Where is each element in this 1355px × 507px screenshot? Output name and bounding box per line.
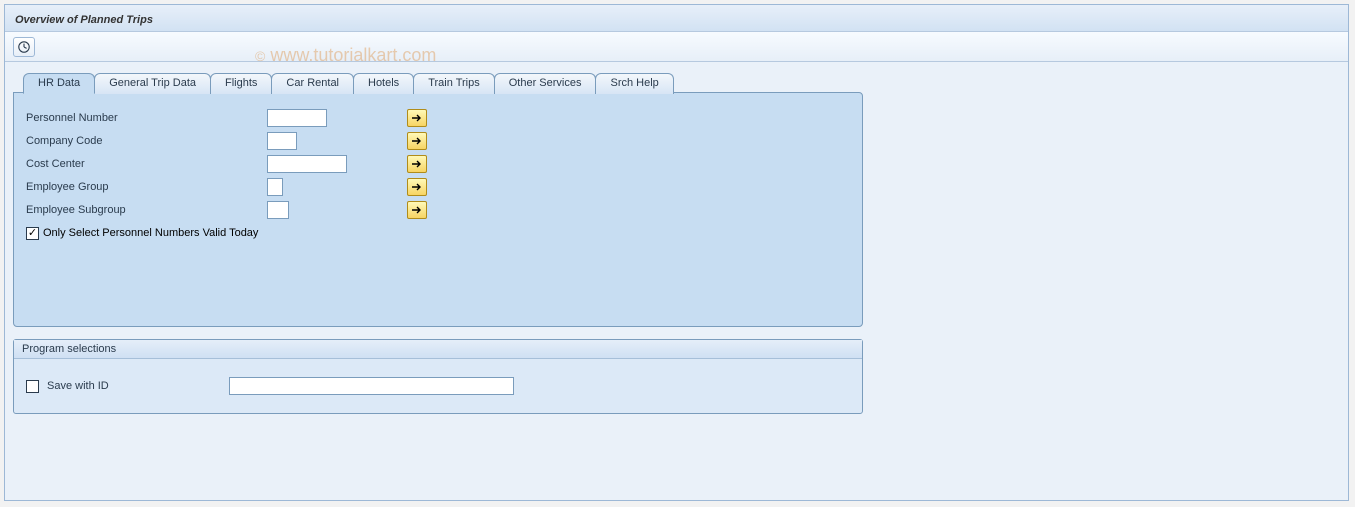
content-area: HR Data General Trip Data Flights Car Re… bbox=[5, 62, 1348, 424]
main-frame: Overview of Planned Trips © © www.tutori… bbox=[4, 4, 1349, 501]
only-valid-today-checkbox[interactable] bbox=[26, 227, 39, 240]
application-toolbar bbox=[5, 32, 1348, 62]
page-title: Overview of Planned Trips bbox=[15, 14, 153, 26]
save-with-id-checkbox[interactable] bbox=[26, 380, 39, 393]
arrow-right-icon bbox=[411, 113, 423, 123]
arrow-right-icon bbox=[411, 159, 423, 169]
tab-hr-data[interactable]: HR Data bbox=[23, 73, 95, 94]
title-bar: Overview of Planned Trips bbox=[5, 5, 1348, 32]
arrow-right-icon bbox=[411, 182, 423, 192]
tab-other-services[interactable]: Other Services bbox=[494, 73, 597, 94]
company-code-label: Company Code bbox=[22, 135, 267, 147]
tab-general-trip-data[interactable]: General Trip Data bbox=[94, 73, 211, 94]
employee-group-label: Employee Group bbox=[22, 181, 267, 193]
employee-subgroup-input[interactable] bbox=[267, 201, 289, 219]
execute-clock-icon bbox=[17, 40, 31, 54]
company-code-input[interactable] bbox=[267, 132, 297, 150]
cost-center-label: Cost Center bbox=[22, 158, 267, 170]
employee-group-input[interactable] bbox=[267, 178, 283, 196]
tab-hotels[interactable]: Hotels bbox=[353, 73, 414, 94]
personnel-number-label: Personnel Number bbox=[22, 112, 267, 124]
employee-subgroup-label: Employee Subgroup bbox=[22, 204, 267, 216]
personnel-number-input[interactable] bbox=[267, 109, 327, 127]
cost-center-input[interactable] bbox=[267, 155, 347, 173]
employee-subgroup-multi-select-button[interactable] bbox=[407, 201, 427, 219]
tab-flights[interactable]: Flights bbox=[210, 73, 272, 94]
save-with-id-input[interactable] bbox=[229, 377, 514, 395]
tab-srch-help[interactable]: Srch Help bbox=[595, 73, 673, 94]
cost-center-multi-select-button[interactable] bbox=[407, 155, 427, 173]
execute-button[interactable] bbox=[13, 37, 35, 57]
arrow-right-icon bbox=[411, 136, 423, 146]
employee-group-multi-select-button[interactable] bbox=[407, 178, 427, 196]
program-selections-section: Program selections Save with ID bbox=[13, 339, 863, 414]
tab-strip: HR Data General Trip Data Flights Car Re… bbox=[23, 72, 1340, 93]
company-code-multi-select-button[interactable] bbox=[407, 132, 427, 150]
hr-data-panel: Personnel Number Company Code Co bbox=[13, 92, 863, 327]
tab-car-rental[interactable]: Car Rental bbox=[271, 73, 354, 94]
program-selections-header: Program selections bbox=[14, 340, 862, 359]
save-with-id-label: Save with ID bbox=[47, 380, 109, 392]
only-valid-today-label: Only Select Personnel Numbers Valid Toda… bbox=[43, 227, 258, 239]
personnel-number-multi-select-button[interactable] bbox=[407, 109, 427, 127]
arrow-right-icon bbox=[411, 205, 423, 215]
tab-train-trips[interactable]: Train Trips bbox=[413, 73, 495, 94]
